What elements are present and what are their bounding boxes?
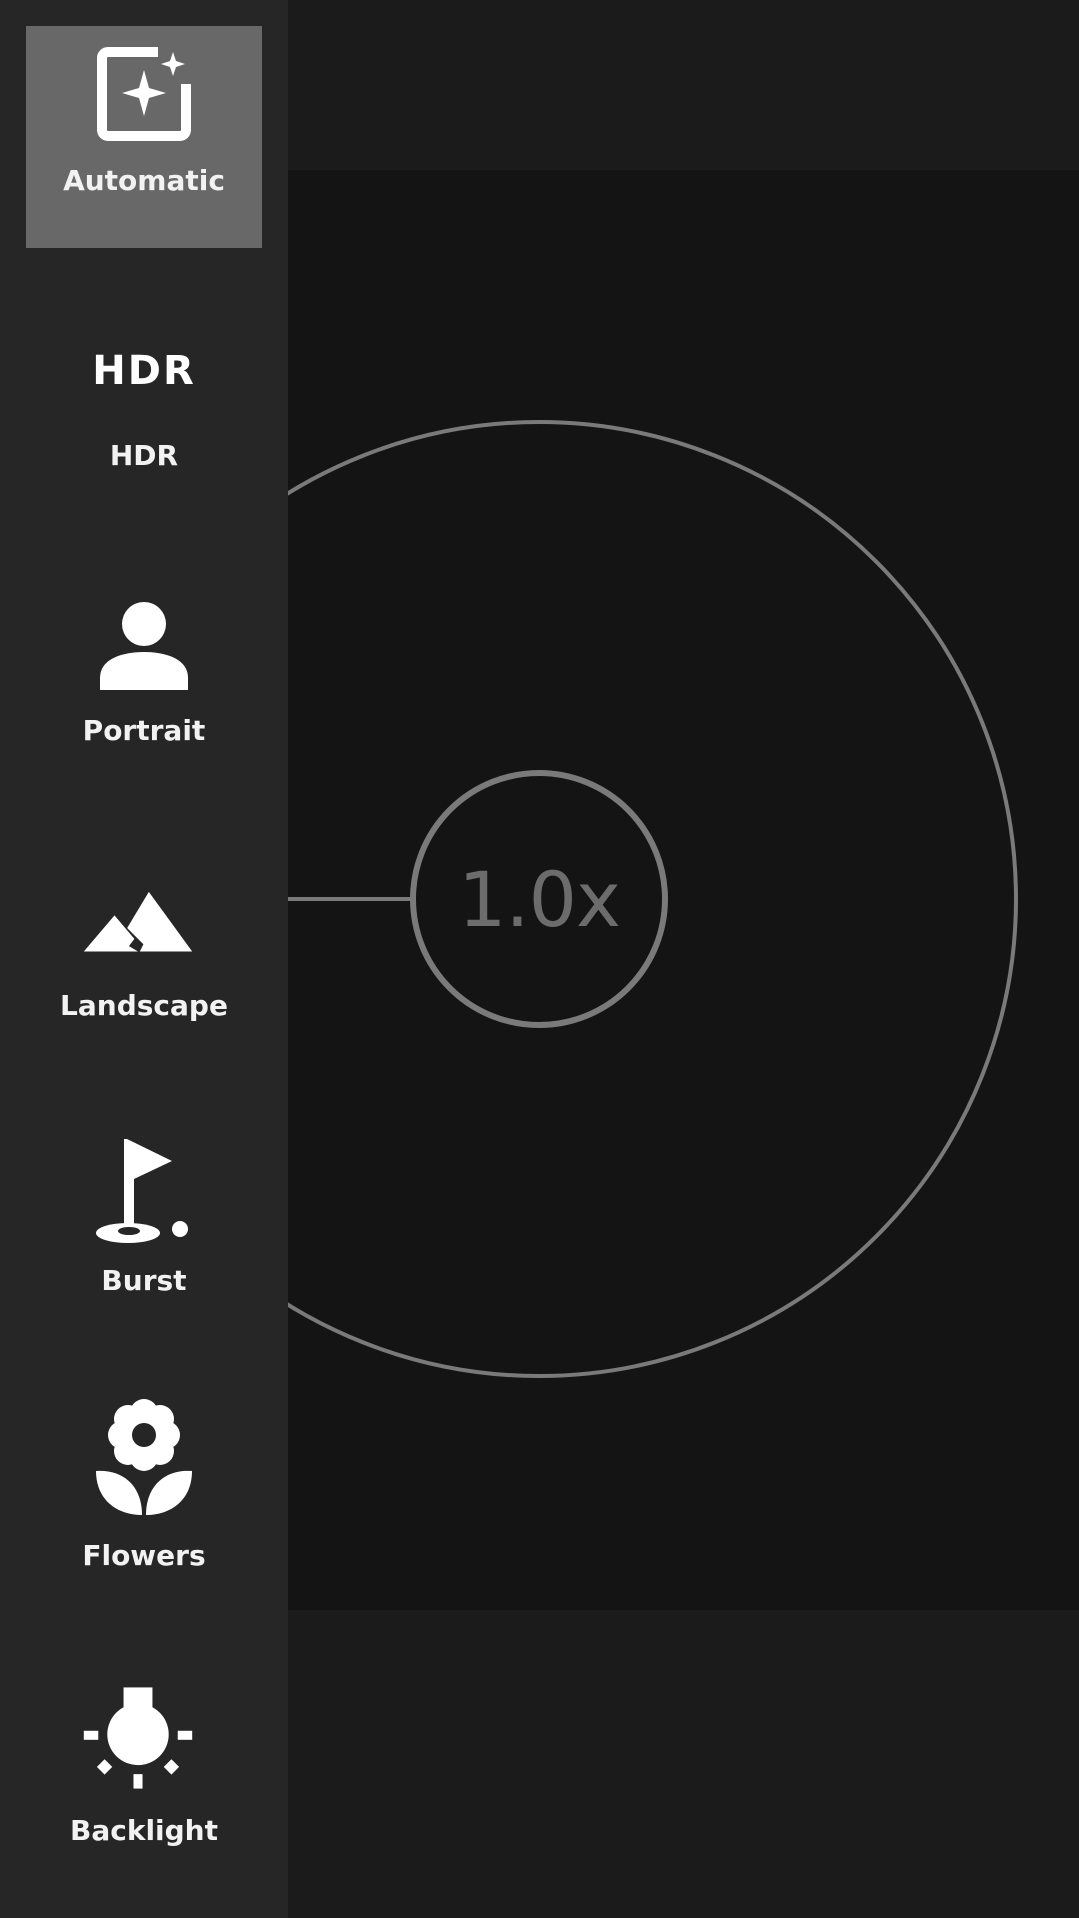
mode-backlight[interactable]: Backlight (26, 1676, 262, 1898)
mode-portrait[interactable]: Portrait (26, 576, 262, 798)
mode-label: Automatic (63, 164, 225, 197)
mode-hdr[interactable]: HDR HDR (26, 301, 262, 523)
mode-label: HDR (109, 439, 179, 472)
camera-screen: 1.0x Automatic HDR HDR Portrait Landscap… (0, 0, 1079, 1918)
mode-flowers[interactable]: Flowers (26, 1399, 262, 1623)
mode-label: Portrait (82, 714, 206, 747)
mode-burst[interactable]: Burst (26, 1126, 262, 1348)
flower-icon (94, 1399, 194, 1515)
hdr-icon: HDR (92, 321, 196, 421)
scene-mode-sidebar: Automatic HDR HDR Portrait Landscape Bur… (0, 0, 288, 1918)
mountains-icon (83, 869, 194, 969)
mode-label: Landscape (60, 989, 228, 1022)
backlight-bulb-icon (83, 1687, 194, 1789)
person-icon (94, 594, 194, 694)
hdr-icon-text: HDR (92, 348, 196, 394)
mode-label: Backlight (69, 1814, 218, 1847)
zoom-level-label[interactable]: 1.0x (412, 772, 666, 1026)
mode-automatic[interactable]: Automatic (26, 26, 262, 248)
mode-landscape[interactable]: Landscape (26, 851, 262, 1073)
auto-sparkle-icon (94, 44, 194, 144)
golf-flag-icon (94, 1139, 194, 1243)
mode-label: Flowers (82, 1539, 206, 1572)
mode-label: Burst (101, 1264, 187, 1297)
